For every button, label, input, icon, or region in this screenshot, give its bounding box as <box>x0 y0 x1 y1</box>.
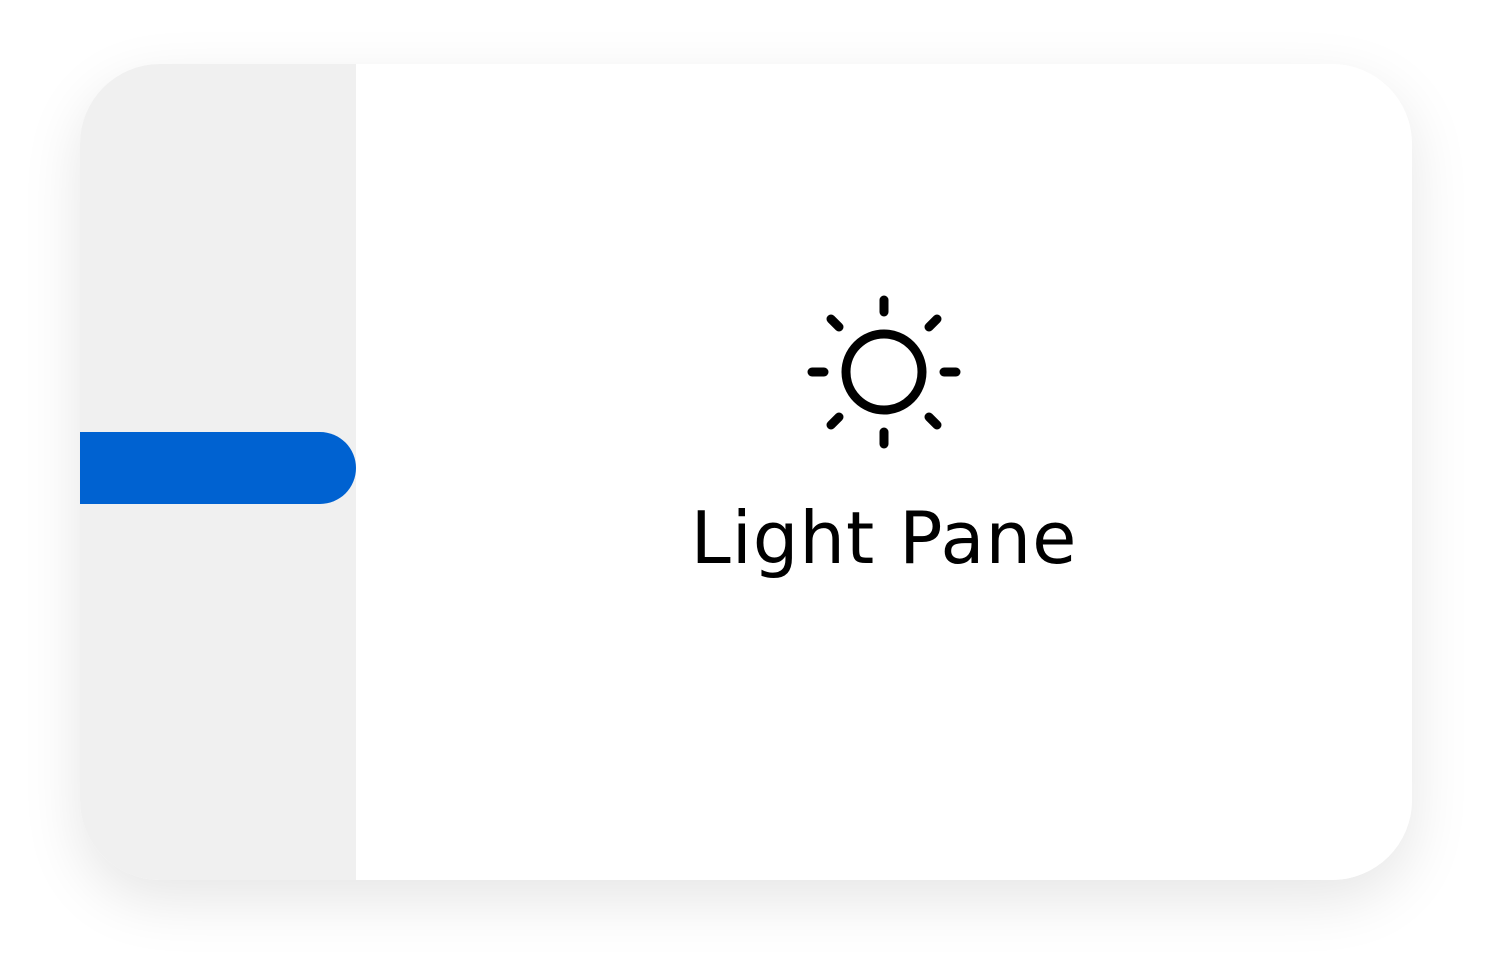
sidebar <box>80 64 356 880</box>
pane-content: Light Pane <box>356 292 1412 574</box>
pane-card: Light Pane <box>80 64 1412 880</box>
pane-toggle-handle[interactable] <box>80 432 356 504</box>
pane-title: Light Pane <box>690 496 1078 580</box>
light-pane: Light Pane <box>356 64 1412 880</box>
sun-icon <box>804 292 964 452</box>
